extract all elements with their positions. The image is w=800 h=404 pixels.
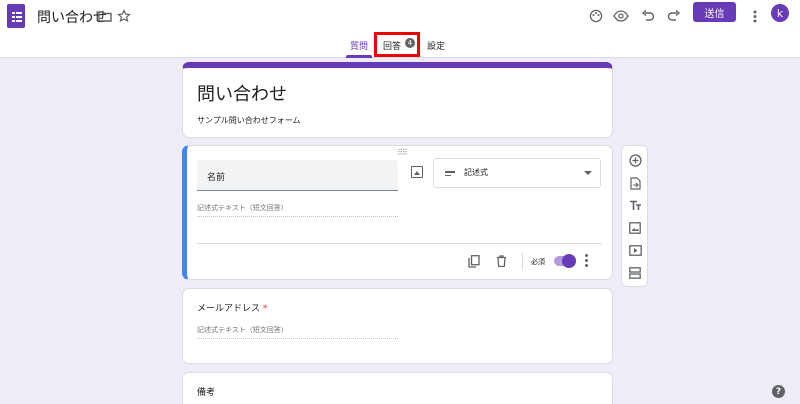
- form-title-card[interactable]: 問い合わせ サンプル問い合わせフォーム: [182, 62, 613, 138]
- question-title[interactable]: メールアドレス *: [197, 301, 267, 314]
- duplicate-icon[interactable]: [467, 254, 481, 268]
- folder-icon[interactable]: [95, 6, 115, 26]
- question-title-text: 名前: [207, 173, 226, 183]
- active-tab-indicator: [346, 55, 372, 58]
- add-video-icon[interactable]: [628, 243, 642, 257]
- question-card-notes[interactable]: 備考: [182, 372, 613, 404]
- tab-questions[interactable]: 質問: [350, 39, 368, 52]
- required-asterisk: *: [262, 304, 268, 314]
- divider: [197, 243, 602, 244]
- forms-app-icon[interactable]: [7, 4, 25, 28]
- highlight-annotation: [374, 32, 420, 57]
- chevron-down-icon: [584, 171, 592, 175]
- add-title-icon[interactable]: [628, 198, 642, 212]
- more-vert-icon[interactable]: [745, 6, 765, 26]
- avatar[interactable]: k: [771, 4, 789, 22]
- redo-icon[interactable]: [664, 6, 684, 26]
- question-type-select[interactable]: 記述式: [433, 158, 601, 188]
- star-icon[interactable]: [114, 6, 134, 26]
- undo-icon[interactable]: [638, 6, 658, 26]
- drag-handle-icon[interactable]: ⠿⠿: [397, 148, 408, 157]
- add-image-icon[interactable]: [411, 166, 423, 178]
- question-card-name[interactable]: ⠿⠿ 名前 記述式 記述式テキスト（短文回答） 必須: [182, 145, 613, 280]
- import-questions-icon[interactable]: [628, 176, 642, 190]
- question-card-email[interactable]: メールアドレス * 記述式テキスト（短文回答）: [182, 288, 613, 364]
- question-type-label: 記述式: [464, 168, 488, 177]
- question-title[interactable]: 備考: [197, 385, 215, 398]
- short-answer-icon: [445, 171, 455, 178]
- side-toolbar: [621, 145, 648, 287]
- divider: [522, 252, 523, 270]
- add-image-icon[interactable]: [628, 221, 642, 235]
- delete-icon[interactable]: [494, 254, 508, 268]
- answer-placeholder: 記述式テキスト（短文回答）: [197, 325, 398, 339]
- preview-icon[interactable]: [611, 6, 631, 26]
- answer-placeholder: 記述式テキスト（短文回答）: [197, 203, 398, 217]
- question-title-input[interactable]: 名前: [197, 160, 398, 191]
- add-section-icon[interactable]: [628, 266, 642, 280]
- required-label: 必須: [531, 258, 545, 266]
- add-question-icon[interactable]: [628, 153, 642, 167]
- form-heading[interactable]: 問い合わせ: [197, 80, 287, 106]
- form-description[interactable]: サンプル問い合わせフォーム: [197, 115, 301, 126]
- send-button[interactable]: 送信: [693, 2, 736, 22]
- tab-settings[interactable]: 設定: [427, 39, 445, 52]
- question-title-text: メールアドレス: [197, 304, 261, 314]
- help-icon[interactable]: ?: [772, 385, 785, 398]
- toggle-knob: [562, 254, 576, 268]
- palette-icon[interactable]: [586, 6, 606, 26]
- more-vert-icon[interactable]: [585, 254, 589, 269]
- required-toggle[interactable]: [554, 254, 576, 268]
